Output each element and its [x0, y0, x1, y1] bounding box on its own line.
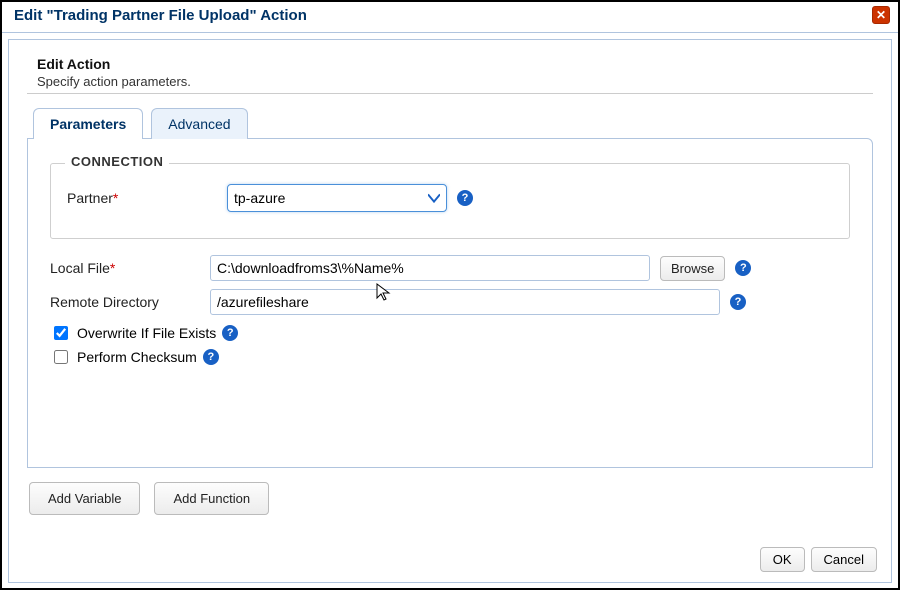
ok-button[interactable]: OK: [760, 547, 805, 572]
remote-dir-row: Remote Directory ?: [50, 289, 850, 315]
required-marker: *: [110, 260, 115, 276]
dialog-window: Edit "Trading Partner File Upload" Actio…: [0, 0, 900, 590]
partner-combobox[interactable]: [227, 184, 447, 212]
remote-dir-input[interactable]: [210, 289, 720, 315]
ok-label: OK: [773, 552, 792, 567]
local-file-label: Local File*: [50, 260, 200, 276]
remote-dir-label: Remote Directory: [50, 294, 200, 310]
tab-advanced-label: Advanced: [168, 116, 230, 132]
local-file-input[interactable]: [210, 255, 650, 281]
checksum-label: Perform Checksum: [77, 349, 197, 365]
divider: [27, 93, 873, 94]
local-file-row: Local File* Browse ?: [50, 255, 850, 281]
overwrite-checkbox[interactable]: [54, 326, 68, 340]
cancel-label: Cancel: [824, 552, 864, 567]
action-buttons: Add Variable Add Function: [29, 482, 873, 515]
help-icon[interactable]: ?: [457, 190, 473, 206]
section-title: Edit Action: [37, 56, 873, 72]
connection-fieldset: CONNECTION Partner* ?: [50, 163, 850, 239]
help-glyph: ?: [735, 296, 742, 308]
connection-legend: CONNECTION: [65, 154, 169, 169]
cancel-button[interactable]: Cancel: [811, 547, 877, 572]
help-glyph: ?: [740, 262, 747, 274]
dialog-footer: OK Cancel: [760, 547, 877, 572]
tab-parameters[interactable]: Parameters: [33, 108, 143, 139]
browse-label: Browse: [671, 261, 714, 276]
window-title: Edit "Trading Partner File Upload" Actio…: [14, 7, 307, 24]
add-function-button[interactable]: Add Function: [154, 482, 269, 515]
help-glyph: ?: [462, 192, 469, 204]
partner-label: Partner*: [67, 190, 217, 206]
partner-input[interactable]: [228, 187, 422, 209]
close-glyph: ✕: [876, 8, 886, 22]
section-subtitle: Specify action parameters.: [37, 74, 873, 89]
checksum-row: Perform Checksum ?: [50, 347, 850, 367]
required-marker: *: [113, 190, 118, 206]
tab-advanced[interactable]: Advanced: [151, 108, 247, 139]
dialog-body: Edit Action Specify action parameters. P…: [8, 39, 892, 583]
add-variable-label: Add Variable: [48, 491, 121, 506]
close-icon[interactable]: ✕: [872, 6, 890, 24]
help-icon[interactable]: ?: [203, 349, 219, 365]
local-file-label-text: Local File: [50, 260, 110, 276]
overwrite-label: Overwrite If File Exists: [77, 325, 216, 341]
tab-parameters-panel: CONNECTION Partner* ? Local: [27, 138, 873, 468]
tabs: Parameters Advanced: [33, 108, 873, 139]
partner-label-text: Partner: [67, 190, 113, 206]
titlebar: Edit "Trading Partner File Upload" Actio…: [2, 2, 898, 33]
tab-parameters-label: Parameters: [50, 116, 126, 132]
section-header: Edit Action Specify action parameters.: [37, 56, 873, 89]
help-icon[interactable]: ?: [730, 294, 746, 310]
checksum-checkbox[interactable]: [54, 350, 68, 364]
browse-button[interactable]: Browse: [660, 256, 725, 281]
add-variable-button[interactable]: Add Variable: [29, 482, 140, 515]
partner-row: Partner* ?: [67, 184, 833, 212]
help-icon[interactable]: ?: [735, 260, 751, 276]
help-glyph: ?: [207, 351, 214, 363]
overwrite-row: Overwrite If File Exists ?: [50, 323, 850, 343]
add-function-label: Add Function: [173, 491, 250, 506]
help-glyph: ?: [227, 327, 234, 339]
chevron-down-icon[interactable]: [422, 192, 446, 204]
help-icon[interactable]: ?: [222, 325, 238, 341]
